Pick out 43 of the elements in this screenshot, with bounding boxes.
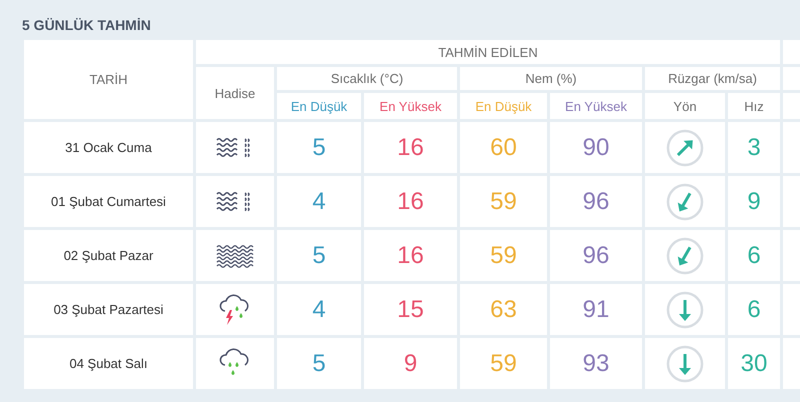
table-cell: 4 <box>277 176 361 227</box>
table-cell: 59 <box>460 176 547 227</box>
table-cell: 16 <box>364 230 457 281</box>
table-cell: 59 <box>460 338 547 389</box>
table-cell: 04 Şubat Salı <box>24 338 193 389</box>
header-cell: En Düşük <box>277 93 361 119</box>
table-cell: 93 <box>550 338 642 389</box>
table-cell: 5 <box>277 122 361 173</box>
header-cell: Hız <box>728 93 780 119</box>
table-cell: 3 <box>728 122 780 173</box>
table-cell: 9 <box>728 176 780 227</box>
section-title: 5 GÜNLÜK TAHMİN <box>22 17 151 33</box>
table-cell: 9 <box>364 338 457 389</box>
table-cell: 03 Şubat Pazartesi <box>24 284 193 335</box>
table-cell: 59 <box>460 230 547 281</box>
table-cell: 63 <box>460 284 547 335</box>
header-cell: Nem (%) <box>460 67 642 90</box>
table-cell: 96 <box>550 230 642 281</box>
table-cell: 4 <box>277 284 361 335</box>
table-cell: 15 <box>364 284 457 335</box>
header-cell: Sıcaklık (°C) <box>277 67 457 90</box>
header-cell: Rüzgar (km/sa) <box>645 67 780 90</box>
table-cell: 31 Ocak Cuma <box>24 122 193 173</box>
header-cell: En Yüksek <box>364 93 457 119</box>
header-cell: Hadise <box>196 67 274 119</box>
table-cell: 02 Şubat Pazar <box>24 230 193 281</box>
table-cell: 60 <box>460 122 547 173</box>
table-cell: 6 <box>728 230 780 281</box>
header-cell: En Yüksek <box>550 93 642 119</box>
table-cell: 01 Şubat Cumartesi <box>24 176 193 227</box>
table-cell: 91 <box>550 284 642 335</box>
header-cell: En Düşük <box>460 93 547 119</box>
header-cell: TAHMİN EDİLEN <box>196 40 780 64</box>
table-cell: 96 <box>550 176 642 227</box>
table-cell: 5 <box>277 338 361 389</box>
header-cell: TARİH <box>24 40 193 119</box>
table-cell: 6 <box>728 284 780 335</box>
table-cell: 16 <box>364 122 457 173</box>
table-cell: 5 <box>277 230 361 281</box>
table-cell: 30 <box>728 338 780 389</box>
header-cell: Yön <box>645 93 725 119</box>
table-cell: 90 <box>550 122 642 173</box>
table-cell: 16 <box>364 176 457 227</box>
